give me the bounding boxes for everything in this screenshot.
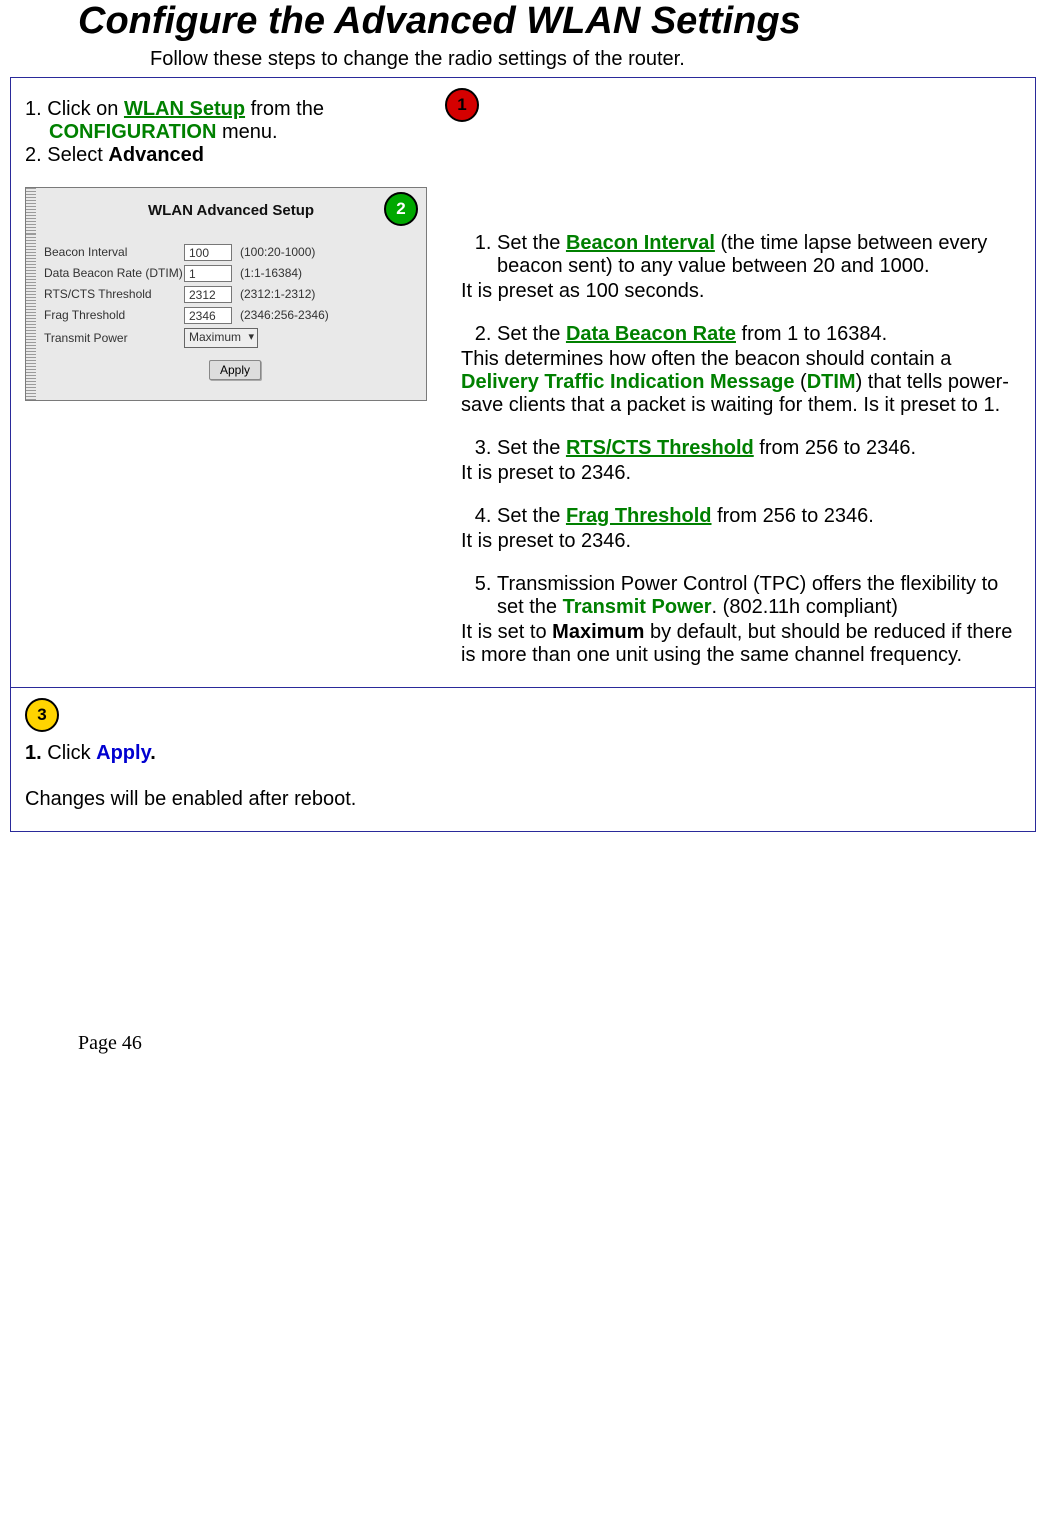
right-list-1: Set the Beacon Interval (the time lapse …	[461, 232, 1021, 278]
step1-line1: 1. Click on WLAN Setup from the	[25, 98, 445, 121]
hint-frag: (2346:256-2346)	[240, 308, 329, 322]
select-txpower[interactable]: Maximum	[184, 328, 258, 348]
step-marker-3: 3	[25, 698, 59, 732]
mock-header: WLAN Advanced Setup	[26, 188, 426, 234]
label-frag: Frag Threshold	[44, 308, 184, 322]
right-item-5: Transmission Power Control (TPC) offers …	[497, 573, 1021, 619]
wlan-advanced-setup-window: 2 WLAN Advanced Setup Beacon Interval 10…	[25, 187, 427, 401]
bottom-cell: 3 1. Click Apply. Changes will be enable…	[11, 688, 1035, 831]
field-beacon-interval: Beacon Interval 100 (100:20-1000)	[44, 244, 426, 261]
r2p: This determines how often the beacon sho…	[461, 348, 1021, 417]
field-txpower: Transmit Power Maximum	[44, 328, 426, 348]
bottom-a: Click	[47, 742, 96, 764]
step1-t1b: WLAN Setup	[124, 98, 245, 120]
right-column: Set the Beacon Interval (the time lapse …	[461, 122, 1021, 667]
r3c: from 256 to 2346.	[754, 437, 916, 459]
bottom-b: Apply	[96, 742, 150, 764]
r4c: from 256 to 2346.	[712, 505, 874, 527]
label-beacon-interval: Beacon Interval	[44, 245, 184, 259]
input-beacon-interval[interactable]: 100	[184, 244, 232, 261]
right-list-3: Set the RTS/CTS Threshold from 256 to 23…	[461, 437, 1021, 460]
step-marker-1: 1	[445, 88, 479, 122]
label-dtim: Data Beacon Rate (DTIM)	[44, 266, 184, 280]
input-rts[interactable]: 2312	[184, 286, 232, 303]
r5p_b: Maximum	[552, 621, 644, 643]
bottom-c: .	[150, 742, 156, 764]
r1a: Set the	[497, 232, 566, 254]
step1-num2: 2.	[25, 144, 42, 166]
label-rts: RTS/CTS Threshold	[44, 287, 184, 301]
right-item-4: Set the Frag Threshold from 256 to 2346.	[497, 505, 1021, 528]
r5c: . (802.11h compliant)	[712, 596, 898, 618]
hint-beacon-interval: (100:20-1000)	[240, 245, 315, 259]
top-cell: 1 1. Click on WLAN Setup from the CONFIG…	[11, 78, 1035, 688]
r2p_d: DTIM	[807, 371, 856, 393]
r3b: RTS/CTS Threshold	[566, 437, 754, 459]
step1-t2b: Advanced	[108, 144, 204, 166]
mock-body: Beacon Interval 100 (100:20-1000) Data B…	[36, 234, 426, 400]
page-number: Page 46	[78, 1032, 1046, 1055]
label-txpower: Transmit Power	[44, 331, 184, 345]
r4b: Frag Threshold	[566, 505, 712, 527]
r2p_c: (	[794, 371, 806, 393]
field-frag: Frag Threshold 2346 (2346:256-2346)	[44, 307, 426, 324]
step1-t1a: Click on	[47, 98, 124, 120]
right-list-4: Set the Frag Threshold from 256 to 2346.	[461, 505, 1021, 528]
step1-line2: 2. Select Advanced	[25, 144, 445, 167]
r4p: It is preset to 2346.	[461, 530, 1021, 553]
steps-container: 1 1. Click on WLAN Setup from the CONFIG…	[10, 77, 1036, 832]
page-title: Configure the Advanced WLAN Settings	[78, 0, 1046, 44]
bottom-p: Changes will be enabled after reboot.	[25, 788, 1021, 811]
r5p_a: It is set to	[461, 621, 552, 643]
r2a: Set the	[497, 323, 566, 345]
r3p: It is preset to 2346.	[461, 462, 1021, 485]
field-rts: RTS/CTS Threshold 2312 (2312:1-2312)	[44, 286, 426, 303]
step1-t1d: CONFIGURATION	[49, 121, 216, 143]
r5b: Transmit Power	[563, 596, 712, 618]
r2p_a: This determines how often the beacon sho…	[461, 348, 951, 370]
step1-line1b: CONFIGURATION menu.	[25, 121, 445, 144]
r5p: It is set to Maximum by default, but sho…	[461, 621, 1021, 667]
r2c: from 1 to 16384.	[736, 323, 887, 345]
input-dtim[interactable]: 1	[184, 265, 232, 282]
mock-title: WLAN Advanced Setup	[36, 188, 426, 234]
step1-num1: 1.	[25, 98, 42, 120]
step1-t1c: from the	[245, 98, 324, 120]
mock-grip-top	[26, 188, 36, 234]
hint-dtim: (1:1-16384)	[240, 266, 302, 280]
r4a: Set the	[497, 505, 566, 527]
r3a: Set the	[497, 437, 566, 459]
right-item-2: Set the Data Beacon Rate from 1 to 16384…	[497, 323, 1021, 346]
r2b: Data Beacon Rate	[566, 323, 736, 345]
r1b: Beacon Interval	[566, 232, 715, 254]
right-list-5: Transmission Power Control (TPC) offers …	[461, 573, 1021, 619]
step1-t1e: menu.	[216, 121, 277, 143]
right-item-1: Set the Beacon Interval (the time lapse …	[497, 232, 1021, 278]
mock-apply-row: Apply	[44, 352, 426, 390]
input-frag[interactable]: 2346	[184, 307, 232, 324]
apply-button-mock[interactable]: Apply	[209, 360, 261, 380]
bottom-line1: 1. Click Apply.	[25, 742, 1021, 765]
mock-grip-body	[26, 234, 36, 400]
right-item-3: Set the RTS/CTS Threshold from 256 to 23…	[497, 437, 1021, 460]
hint-rts: (2312:1-2312)	[240, 287, 315, 301]
step1-t2a: Select	[47, 144, 108, 166]
step-marker-2: 2	[384, 192, 418, 226]
left-column: 1. Click on WLAN Setup from the CONFIGUR…	[25, 88, 445, 401]
field-dtim: Data Beacon Rate (DTIM) 1 (1:1-16384)	[44, 265, 426, 282]
r1p: It is preset as 100 seconds.	[461, 280, 1021, 303]
r2p_b: Delivery Traffic Indication Message	[461, 371, 794, 393]
right-list-2: Set the Data Beacon Rate from 1 to 16384…	[461, 323, 1021, 346]
bottom-num: 1.	[25, 742, 42, 764]
intro-text: Follow these steps to change the radio s…	[150, 48, 1046, 71]
